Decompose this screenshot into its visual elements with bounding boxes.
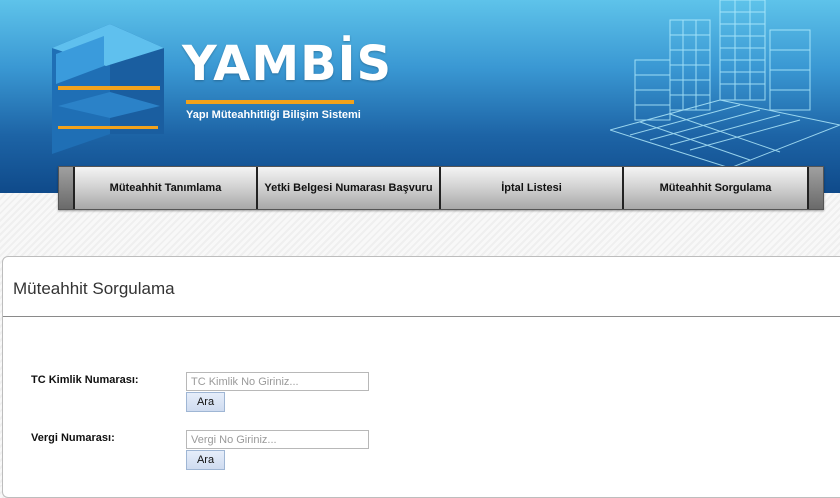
brand-name: YAMBİS [182,36,393,92]
nav-right-cap [807,167,823,209]
nav-left-cap [59,167,75,209]
nav-item-muteahhit-sorgulama[interactable]: Müteahhit Sorgulama [624,167,807,209]
tc-search-button[interactable]: Ara [186,392,225,412]
vergi-label: Vergi Numarası: [31,432,115,444]
nav-item-muteahhit-tanimlama[interactable]: Müteahhit Tanımlama [75,167,258,209]
site-header: YAMBİS Yapı Müteahhitliği Bilişim Sistem… [0,0,840,193]
wireframe-city-illustration [610,0,840,169]
vergi-search-button[interactable]: Ara [186,450,225,470]
title-divider [3,316,840,317]
brand-tagline: Yapı Müteahhitliği Bilişim Sistemi [186,109,361,121]
brand-underline [186,100,354,104]
page-title: Müteahhit Sorgulama [13,279,175,298]
main-nav: Müteahhit Tanımlama Yetki Belgesi Numara… [58,166,824,210]
nav-item-iptal-listesi[interactable]: İptal Listesi [441,167,624,209]
vergi-input[interactable] [186,430,369,449]
search-panel: Müteahhit Sorgulama TC Kimlik Numarası: … [2,256,840,498]
building-block-logo [52,24,164,154]
nav-item-yetki-belgesi[interactable]: Yetki Belgesi Numarası Başvuru [258,167,441,209]
tc-kimlik-label: TC Kimlik Numarası: [31,374,139,386]
tc-kimlik-input[interactable] [186,372,369,391]
